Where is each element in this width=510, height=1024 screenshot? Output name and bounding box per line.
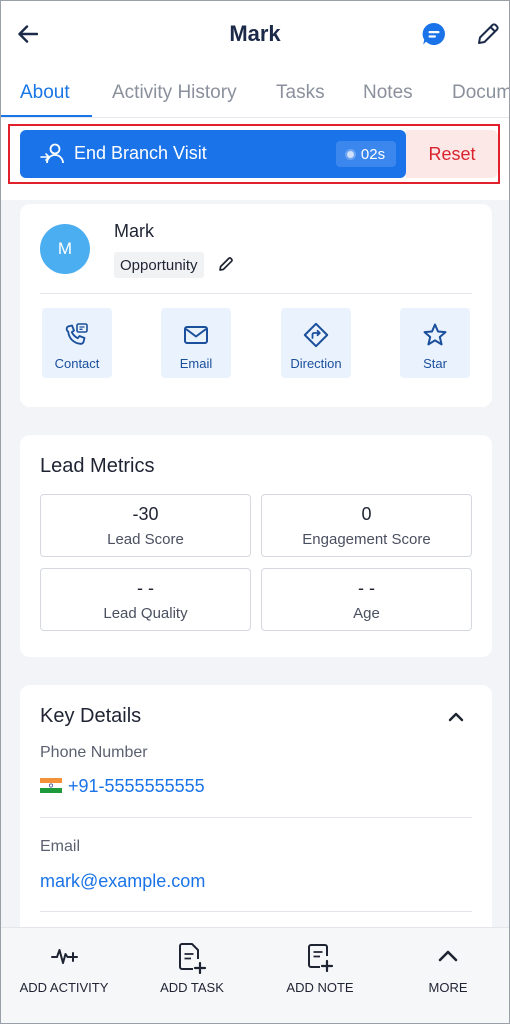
direction-button[interactable]: Direction [281,308,351,378]
metric-label: Age [353,605,380,622]
add-activity-button[interactable]: ADD ACTIVITY [0,928,128,1024]
metric-value: - - [358,578,375,598]
email-label: Email [179,356,213,371]
star-icon [423,323,447,346]
metric-value: 0 [361,504,372,524]
india-flag-icon [40,778,62,793]
metric-value: -30 [132,504,159,524]
activity-plus-icon [51,949,78,964]
key-details-title: Key Details [40,705,142,727]
phone-number-label: Phone Number [40,744,148,761]
chevron-up-icon [448,712,464,722]
branch-visit-bar: End Branch Visit 02s Reset [0,118,510,200]
metric-engagement-score: 0 Engagement Score [261,494,472,557]
divider [40,293,472,294]
lead-metrics-card: Lead Metrics -30 Lead Score 0 Engagement… [20,435,492,657]
metric-label: Lead Quality [103,605,188,622]
tab-bar: About Activity History Tasks Notes Docum… [0,70,510,118]
tab-notes[interactable]: Notes [363,82,413,104]
add-task-label: ADD TASK [160,980,224,995]
highlight-outline [8,124,500,184]
metric-age: - - Age [261,568,472,631]
email-link[interactable]: mark@example.com [40,871,205,892]
metric-lead-quality: - - Lead Quality [40,568,251,631]
add-note-button[interactable]: ADD NOTE [256,928,384,1024]
star-label: Star [423,356,447,371]
email-button[interactable]: Email [161,308,231,378]
tab-tasks[interactable]: Tasks [276,82,325,104]
collapse-button[interactable] [444,705,468,729]
chat-button[interactable] [420,20,448,48]
task-plus-icon [179,943,207,974]
lead-metrics-title: Lead Metrics [40,455,155,477]
note-plus-icon [308,944,334,972]
direction-icon [303,322,329,348]
chevron-up-icon [438,950,458,962]
phone-number-link[interactable]: +91-5555555555 [68,776,205,797]
tab-documents[interactable]: Documents [452,82,510,104]
more-button[interactable]: MORE [384,928,510,1024]
add-activity-label: ADD ACTIVITY [19,980,109,995]
metric-label: Lead Score [107,531,184,548]
metric-label: Engagement Score [302,531,431,548]
pencil-icon [478,23,499,44]
avatar: M [40,224,90,274]
pencil-icon [219,257,233,271]
edit-lead-button[interactable] [474,20,502,48]
add-task-button[interactable]: ADD TASK [128,928,256,1024]
contact-label: Contact [54,356,100,371]
stage-badge: Opportunity [114,252,204,278]
contact-button[interactable]: Contact [42,308,112,378]
mail-icon [184,326,208,344]
divider [40,911,472,912]
phone-chat-icon [65,323,88,345]
edit-stage-button[interactable] [217,255,235,273]
profile-card: M Mark Opportunity Contact Email Directi… [20,204,492,407]
bottom-action-bar: ADD ACTIVITY ADD TASK ADD NOTE MORE [0,927,510,1024]
star-button[interactable]: Star [400,308,470,378]
add-note-label: ADD NOTE [286,980,354,995]
more-label: MORE [428,980,468,995]
metric-value: - - [137,578,154,598]
metric-lead-score: -30 Lead Score [40,494,251,557]
direction-label: Direction [290,356,342,371]
chat-icon [422,22,445,45]
tab-about[interactable]: About [20,82,70,104]
tab-activity-history[interactable]: Activity History [112,82,237,104]
app-header: Mark [0,0,510,70]
lead-name: Mark [114,221,154,241]
divider [40,817,472,818]
email-label: Email [40,838,81,855]
